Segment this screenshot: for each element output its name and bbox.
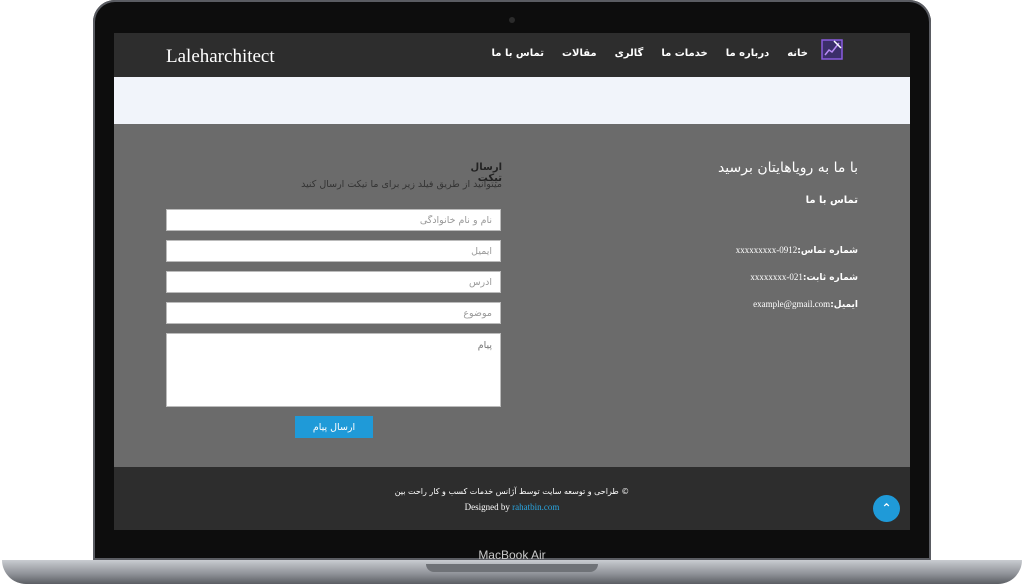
address-input[interactable] (166, 271, 501, 293)
nav-item-contact[interactable]: تماس با ما (492, 48, 544, 59)
nav-item-articles[interactable]: مقالات (562, 48, 597, 59)
email-value[interactable]: example@gmail.com (753, 299, 830, 309)
message-textarea[interactable] (166, 333, 501, 407)
phone-label: شماره تماس: (797, 246, 858, 256)
contact-section: با ما به رویاهایتان برسید تماس با ما شما… (114, 124, 910, 467)
phone-line: شماره تماس:0912-xxxxxxxxx (736, 245, 858, 256)
email-line: ایمیل:example@gmail.com (753, 299, 858, 310)
contact-subheading: تماس با ما (805, 195, 858, 206)
landline-line: شماره ثابت:021-xxxxxxxx (750, 272, 858, 283)
camera-icon (509, 17, 515, 23)
device-label: MacBook Air (478, 548, 546, 562)
brand-logo-icon[interactable] (821, 37, 843, 61)
nav-item-gallery[interactable]: گالری (615, 48, 644, 59)
footer-credit: Designed by rahatbin.com (114, 502, 910, 512)
email-input[interactable] (166, 240, 501, 262)
browser-screen: Laleharchitect خانه درباره ما خدمات ما گ… (114, 33, 910, 530)
nav-menu: خانه درباره ما خدمات ما گالری مقالات تما… (492, 48, 808, 59)
nav-item-services[interactable]: خدمات ما (661, 48, 707, 59)
email-label: ایمیل: (830, 300, 858, 310)
top-navbar: Laleharchitect خانه درباره ما خدمات ما گ… (114, 33, 910, 77)
nav-item-home[interactable]: خانه (787, 48, 808, 59)
hero-strip (114, 77, 910, 124)
credit-prefix: Designed by (464, 502, 510, 512)
nav-item-about[interactable]: درباره ما (726, 48, 770, 59)
contact-heading: با ما به رویاهایتان برسید (717, 160, 858, 176)
site-logo[interactable]: Laleharchitect (166, 46, 275, 68)
credit-link[interactable]: rahatbin.com (512, 502, 559, 512)
landline-value: 021-xxxxxxxx (750, 272, 803, 282)
subject-input[interactable] (166, 302, 501, 324)
form-description: میتوانید از طریق فیلد زیر برای ما تیکت ا… (301, 179, 502, 190)
chevron-up-icon[interactable]: ⌃ (873, 495, 900, 522)
phone-value: 0912-xxxxxxxxx (735, 245, 798, 255)
footer-copyright: © طراحی و توسعه سایت توسط آژانس خدمات کس… (394, 487, 630, 496)
name-input[interactable] (166, 209, 501, 231)
landline-label: شماره ثابت: (802, 273, 858, 283)
send-message-button[interactable]: ارسال پیام (295, 416, 373, 438)
laptop-notch (426, 564, 598, 572)
site-footer: © طراحی و توسعه سایت توسط آژانس خدمات کس… (114, 467, 910, 530)
